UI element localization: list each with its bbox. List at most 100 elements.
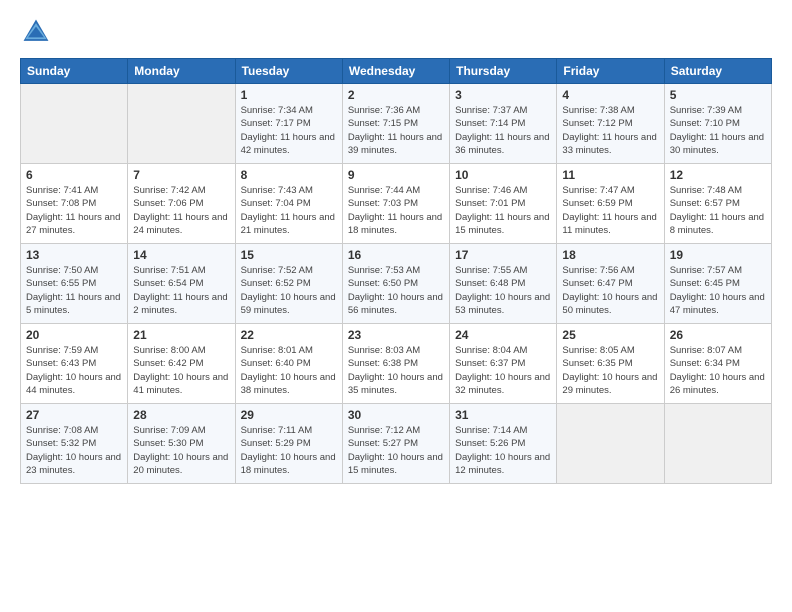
day-info: Sunrise: 7:56 AM Sunset: 6:47 PM Dayligh… <box>562 264 658 317</box>
sunset: Sunset: 6:54 PM <box>133 278 203 289</box>
sunset: Sunset: 6:35 PM <box>562 358 632 369</box>
weekday-header-saturday: Saturday <box>664 59 771 84</box>
sunrise: Sunrise: 7:39 AM <box>670 105 742 116</box>
day-number: 5 <box>670 88 766 102</box>
daylight: Daylight: 11 hours and 36 minutes. <box>455 132 549 156</box>
day-info: Sunrise: 7:57 AM Sunset: 6:45 PM Dayligh… <box>670 264 766 317</box>
sunrise: Sunrise: 8:05 AM <box>562 345 634 356</box>
week-row-0: 1 Sunrise: 7:34 AM Sunset: 7:17 PM Dayli… <box>21 84 772 164</box>
daylight: Daylight: 11 hours and 27 minutes. <box>26 212 120 236</box>
daylight: Daylight: 10 hours and 20 minutes. <box>133 452 228 476</box>
calendar-cell: 5 Sunrise: 7:39 AM Sunset: 7:10 PM Dayli… <box>664 84 771 164</box>
week-row-3: 20 Sunrise: 7:59 AM Sunset: 6:43 PM Dayl… <box>21 324 772 404</box>
weekday-header-row: SundayMondayTuesdayWednesdayThursdayFrid… <box>21 59 772 84</box>
day-number: 21 <box>133 328 229 342</box>
day-info: Sunrise: 8:00 AM Sunset: 6:42 PM Dayligh… <box>133 344 229 397</box>
day-info: Sunrise: 8:01 AM Sunset: 6:40 PM Dayligh… <box>241 344 337 397</box>
calendar-table: SundayMondayTuesdayWednesdayThursdayFrid… <box>20 58 772 484</box>
day-info: Sunrise: 7:11 AM Sunset: 5:29 PM Dayligh… <box>241 424 337 477</box>
day-number: 6 <box>26 168 122 182</box>
day-number: 14 <box>133 248 229 262</box>
weekday-header-thursday: Thursday <box>450 59 557 84</box>
day-info: Sunrise: 7:12 AM Sunset: 5:27 PM Dayligh… <box>348 424 444 477</box>
sunset: Sunset: 5:29 PM <box>241 438 311 449</box>
day-info: Sunrise: 7:14 AM Sunset: 5:26 PM Dayligh… <box>455 424 551 477</box>
calendar-cell: 9 Sunrise: 7:44 AM Sunset: 7:03 PM Dayli… <box>342 164 449 244</box>
sunrise: Sunrise: 7:44 AM <box>348 185 420 196</box>
logo-icon <box>20 16 52 48</box>
week-row-1: 6 Sunrise: 7:41 AM Sunset: 7:08 PM Dayli… <box>21 164 772 244</box>
daylight: Daylight: 10 hours and 38 minutes. <box>241 372 336 396</box>
week-row-2: 13 Sunrise: 7:50 AM Sunset: 6:55 PM Dayl… <box>21 244 772 324</box>
weekday-header-monday: Monday <box>128 59 235 84</box>
day-number: 2 <box>348 88 444 102</box>
daylight: Daylight: 11 hours and 33 minutes. <box>562 132 656 156</box>
daylight: Daylight: 11 hours and 11 minutes. <box>562 212 656 236</box>
weekday-header-wednesday: Wednesday <box>342 59 449 84</box>
daylight: Daylight: 10 hours and 59 minutes. <box>241 292 336 316</box>
day-info: Sunrise: 8:04 AM Sunset: 6:37 PM Dayligh… <box>455 344 551 397</box>
sunrise: Sunrise: 7:14 AM <box>455 425 527 436</box>
sunset: Sunset: 6:45 PM <box>670 278 740 289</box>
sunrise: Sunrise: 7:11 AM <box>241 425 313 436</box>
sunset: Sunset: 6:43 PM <box>26 358 96 369</box>
calendar-cell <box>21 84 128 164</box>
sunrise: Sunrise: 7:36 AM <box>348 105 420 116</box>
daylight: Daylight: 10 hours and 23 minutes. <box>26 452 121 476</box>
sunset: Sunset: 7:10 PM <box>670 118 740 129</box>
calendar-cell: 17 Sunrise: 7:55 AM Sunset: 6:48 PM Dayl… <box>450 244 557 324</box>
sunrise: Sunrise: 7:38 AM <box>562 105 634 116</box>
day-info: Sunrise: 7:42 AM Sunset: 7:06 PM Dayligh… <box>133 184 229 237</box>
calendar-cell: 29 Sunrise: 7:11 AM Sunset: 5:29 PM Dayl… <box>235 404 342 484</box>
calendar-cell: 3 Sunrise: 7:37 AM Sunset: 7:14 PM Dayli… <box>450 84 557 164</box>
day-info: Sunrise: 7:50 AM Sunset: 6:55 PM Dayligh… <box>26 264 122 317</box>
day-number: 22 <box>241 328 337 342</box>
sunrise: Sunrise: 7:47 AM <box>562 185 634 196</box>
sunset: Sunset: 6:38 PM <box>348 358 418 369</box>
sunset: Sunset: 6:59 PM <box>562 198 632 209</box>
sunset: Sunset: 6:47 PM <box>562 278 632 289</box>
day-info: Sunrise: 7:53 AM Sunset: 6:50 PM Dayligh… <box>348 264 444 317</box>
day-info: Sunrise: 7:52 AM Sunset: 6:52 PM Dayligh… <box>241 264 337 317</box>
daylight: Daylight: 11 hours and 8 minutes. <box>670 212 764 236</box>
day-number: 10 <box>455 168 551 182</box>
calendar-cell <box>128 84 235 164</box>
day-info: Sunrise: 8:03 AM Sunset: 6:38 PM Dayligh… <box>348 344 444 397</box>
sunset: Sunset: 7:08 PM <box>26 198 96 209</box>
day-info: Sunrise: 7:48 AM Sunset: 6:57 PM Dayligh… <box>670 184 766 237</box>
day-info: Sunrise: 7:47 AM Sunset: 6:59 PM Dayligh… <box>562 184 658 237</box>
sunset: Sunset: 5:26 PM <box>455 438 525 449</box>
sunset: Sunset: 7:12 PM <box>562 118 632 129</box>
calendar-cell: 15 Sunrise: 7:52 AM Sunset: 6:52 PM Dayl… <box>235 244 342 324</box>
calendar-cell: 12 Sunrise: 7:48 AM Sunset: 6:57 PM Dayl… <box>664 164 771 244</box>
calendar-cell: 4 Sunrise: 7:38 AM Sunset: 7:12 PM Dayli… <box>557 84 664 164</box>
day-info: Sunrise: 8:07 AM Sunset: 6:34 PM Dayligh… <box>670 344 766 397</box>
sunrise: Sunrise: 7:43 AM <box>241 185 313 196</box>
sunset: Sunset: 7:17 PM <box>241 118 311 129</box>
sunrise: Sunrise: 7:56 AM <box>562 265 634 276</box>
sunset: Sunset: 5:27 PM <box>348 438 418 449</box>
sunset: Sunset: 6:57 PM <box>670 198 740 209</box>
page: SundayMondayTuesdayWednesdayThursdayFrid… <box>0 0 792 612</box>
day-number: 13 <box>26 248 122 262</box>
sunset: Sunset: 6:42 PM <box>133 358 203 369</box>
day-info: Sunrise: 7:37 AM Sunset: 7:14 PM Dayligh… <box>455 104 551 157</box>
day-number: 24 <box>455 328 551 342</box>
sunset: Sunset: 6:37 PM <box>455 358 525 369</box>
calendar-cell: 6 Sunrise: 7:41 AM Sunset: 7:08 PM Dayli… <box>21 164 128 244</box>
daylight: Daylight: 10 hours and 35 minutes. <box>348 372 443 396</box>
daylight: Daylight: 10 hours and 26 minutes. <box>670 372 765 396</box>
day-number: 12 <box>670 168 766 182</box>
day-number: 31 <box>455 408 551 422</box>
daylight: Daylight: 11 hours and 21 minutes. <box>241 212 335 236</box>
day-info: Sunrise: 7:55 AM Sunset: 6:48 PM Dayligh… <box>455 264 551 317</box>
calendar-cell: 16 Sunrise: 7:53 AM Sunset: 6:50 PM Dayl… <box>342 244 449 324</box>
day-number: 25 <box>562 328 658 342</box>
day-info: Sunrise: 7:09 AM Sunset: 5:30 PM Dayligh… <box>133 424 229 477</box>
calendar-cell: 21 Sunrise: 8:00 AM Sunset: 6:42 PM Dayl… <box>128 324 235 404</box>
day-number: 4 <box>562 88 658 102</box>
day-number: 28 <box>133 408 229 422</box>
sunrise: Sunrise: 8:07 AM <box>670 345 742 356</box>
calendar-cell: 24 Sunrise: 8:04 AM Sunset: 6:37 PM Dayl… <box>450 324 557 404</box>
sunrise: Sunrise: 7:53 AM <box>348 265 420 276</box>
